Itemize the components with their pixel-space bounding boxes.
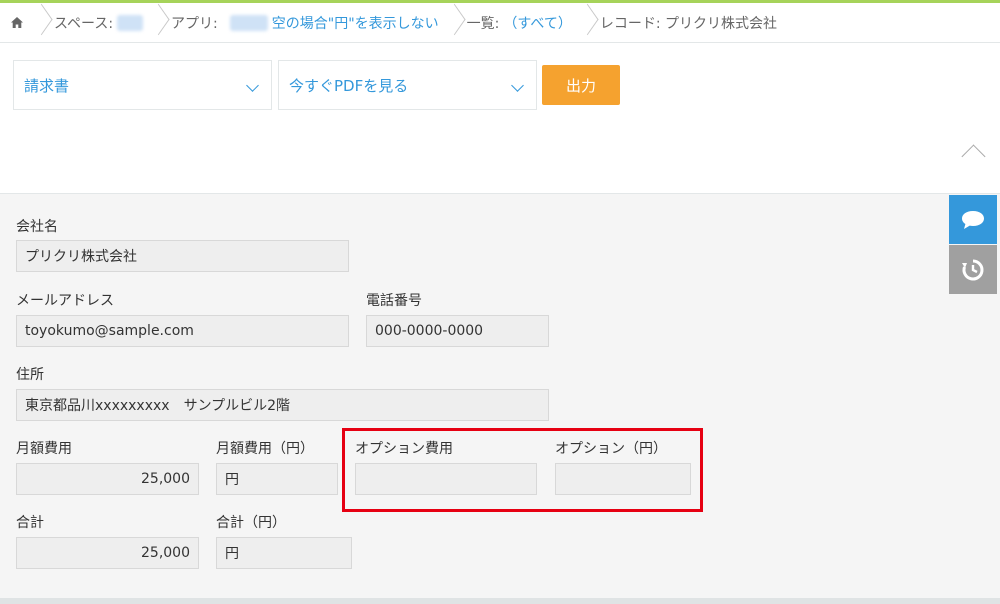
breadcrumb-list-value[interactable]: （すべて） — [503, 13, 571, 33]
breadcrumb-space-value[interactable]: ████ — [117, 14, 144, 31]
address-label: 住所 — [16, 367, 44, 383]
history-button[interactable] — [949, 245, 997, 294]
address-field[interactable]: 東京都品川xxxxxxxxx サンプルビル2階 — [16, 389, 549, 421]
action-select-value: 今すぐPDFを見る — [289, 76, 409, 95]
history-icon — [962, 259, 984, 280]
monthly-fee-field[interactable]: 25,000 — [16, 463, 199, 495]
breadcrumb-app-label: アプリ: — [171, 15, 218, 32]
template-select-value: 請求書 — [24, 76, 70, 95]
breadcrumb-list[interactable]: 一覧: （すべて） — [461, 13, 580, 33]
bottom-bar — [0, 598, 1000, 604]
breadcrumb-app-blurred[interactable]: █████ — [229, 14, 268, 31]
highlight-box — [342, 428, 703, 512]
total-field[interactable]: 25,000 — [16, 537, 199, 569]
total-yen-field[interactable]: 円 — [216, 537, 352, 569]
total-label: 合計 — [16, 515, 44, 531]
breadcrumb-separator — [580, 3, 594, 43]
breadcrumb-separator — [447, 3, 461, 43]
chevron-down-icon — [511, 79, 524, 92]
action-select[interactable]: 今すぐPDFを見る — [278, 60, 537, 110]
breadcrumb-separator — [34, 3, 48, 43]
chevron-up-icon[interactable] — [958, 140, 988, 166]
template-select[interactable]: 請求書 — [13, 60, 272, 110]
monthly-fee-yen-field[interactable]: 円 — [216, 463, 338, 495]
home-icon[interactable] — [0, 3, 34, 43]
output-button[interactable]: 出力 — [542, 65, 620, 105]
breadcrumb-record: レコード: プリクリ株式会社 — [594, 13, 785, 33]
chevron-down-icon — [246, 79, 259, 92]
breadcrumb: スペース: ████ アプリ: █████ 空の場合"円"を表示しない 一覧: … — [0, 3, 1000, 43]
monthly-fee-yen-label: 月額費用（円） — [216, 441, 314, 457]
email-label: メールアドレス — [16, 293, 114, 309]
comment-button[interactable] — [949, 195, 997, 244]
company-label: 会社名 — [16, 219, 58, 235]
monthly-fee-label: 月額費用 — [16, 441, 72, 457]
breadcrumb-list-label: 一覧: — [466, 15, 500, 32]
breadcrumb-app-name[interactable]: 空の場合"円"を表示しない — [272, 13, 439, 33]
comment-icon — [962, 210, 984, 229]
breadcrumb-app[interactable]: アプリ: █████ 空の場合"円"を表示しない — [165, 13, 447, 33]
breadcrumb-space[interactable]: スペース: ████ — [48, 13, 151, 33]
breadcrumb-record-label: レコード: プリクリ株式会社 — [599, 15, 778, 32]
total-yen-label: 合計（円） — [216, 515, 286, 531]
phone-label: 電話番号 — [366, 293, 422, 309]
phone-field[interactable]: 000-0000-0000 — [366, 315, 549, 347]
breadcrumb-space-label: スペース: — [54, 15, 114, 32]
company-field[interactable]: プリクリ株式会社 — [16, 240, 349, 272]
breadcrumb-separator — [151, 3, 165, 43]
email-field[interactable]: toyokumo@sample.com — [16, 315, 349, 347]
